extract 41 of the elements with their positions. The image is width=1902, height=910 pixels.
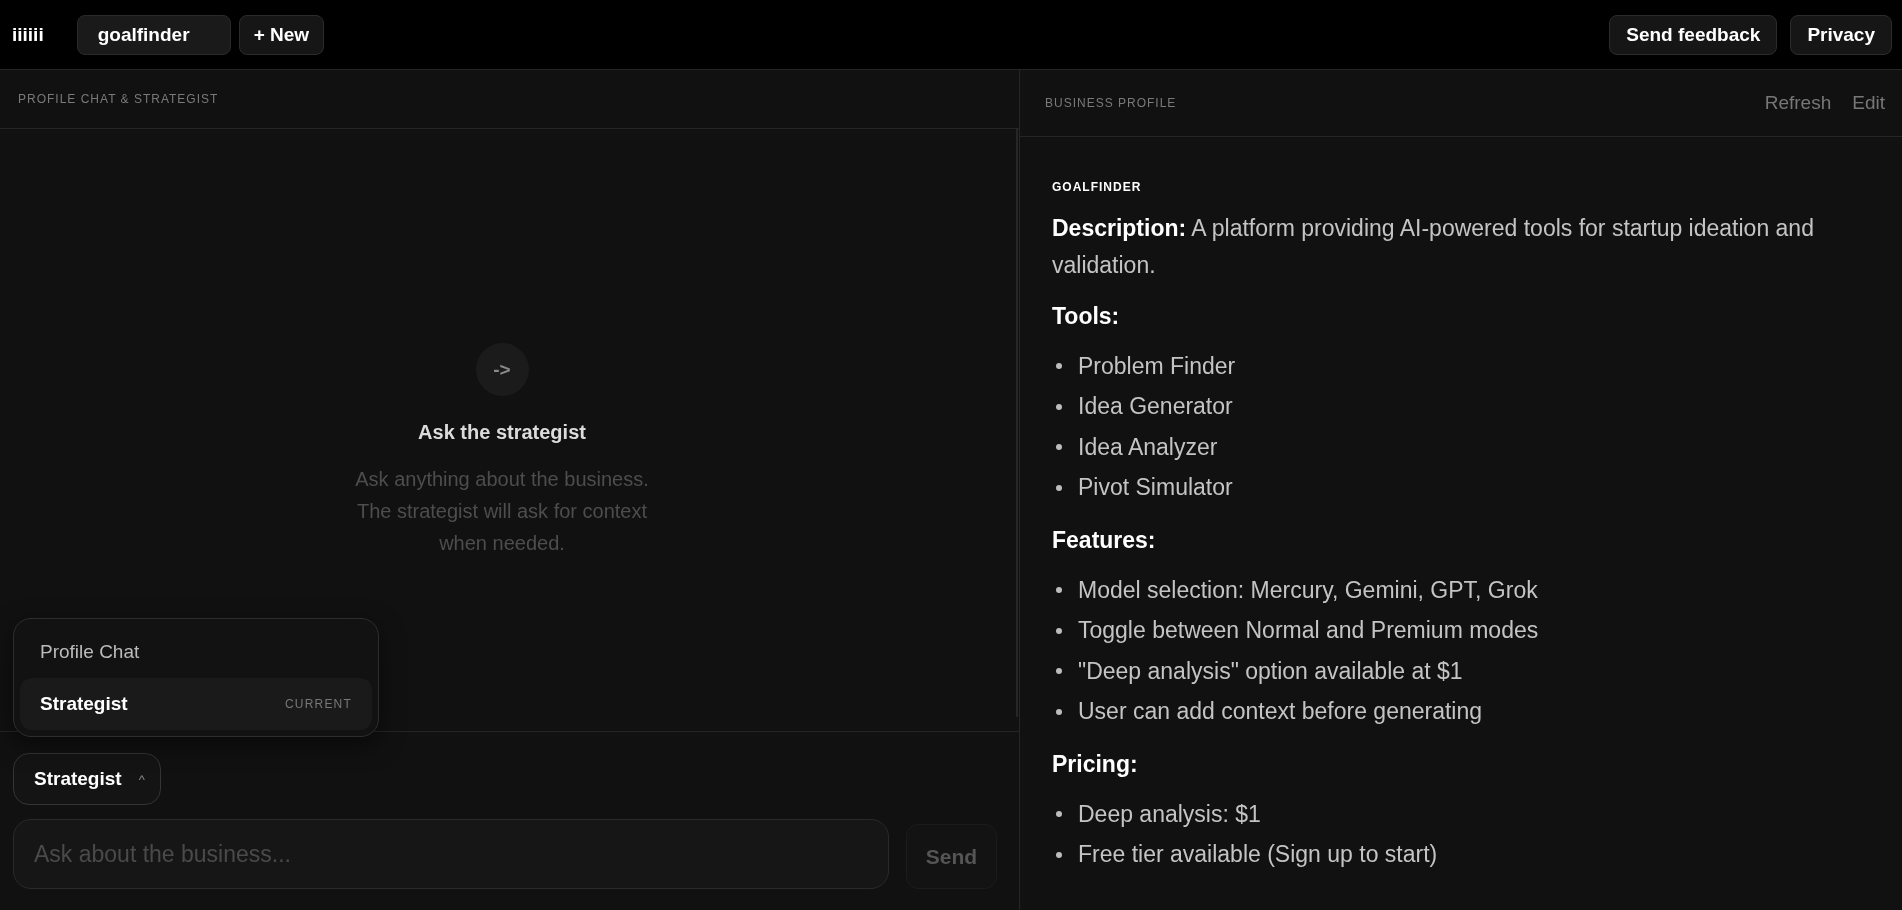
list-item-text: Toggle between Normal and Premium modes xyxy=(1078,617,1539,645)
section-heading: Pricing: xyxy=(1052,750,1139,779)
header-link[interactable]: Refresh xyxy=(1764,92,1832,114)
empty-state-text: Ask anything about the business. The strategist will ask for context when needed. xyxy=(354,467,650,556)
header-button[interactable]: Privacy xyxy=(1790,14,1892,55)
section-heading: Tools: xyxy=(1052,302,1121,331)
list-item-text: "Deep analysis" option available at $1 xyxy=(1078,657,1463,685)
bullet-icon xyxy=(1056,587,1062,594)
list-item-text: Pivot Simulator xyxy=(1078,474,1233,502)
list-item-text: Model selection: Mercury, Gemini, GPT, Grok xyxy=(1078,576,1538,604)
project-name-field[interactable]: goalfinder xyxy=(76,14,231,55)
list-item-text: Free tier available (Sign up to start) xyxy=(1078,841,1438,869)
bullet-icon xyxy=(1056,668,1062,675)
list-item-text: Problem Finder xyxy=(1078,352,1236,380)
bullet-icon xyxy=(1056,363,1062,370)
bullet-icon xyxy=(1056,484,1062,491)
bullet-icon xyxy=(1056,851,1062,858)
mode-selector-button[interactable]: Strategist ^ xyxy=(13,753,161,805)
section-heading: Features: xyxy=(1052,526,1157,555)
description-text: Description: A platform providing AI-powered tools for startup ideation and validation. xyxy=(1052,214,1815,280)
caret-icon: ^ xyxy=(138,771,145,787)
list-item-text: Idea Generator xyxy=(1078,393,1233,421)
bullet-icon xyxy=(1056,811,1062,818)
bullet-icon xyxy=(1056,708,1062,715)
empty-state-title: Ask the strategist xyxy=(418,420,586,445)
bullet-icon xyxy=(1056,627,1062,634)
bullet-icon xyxy=(1056,444,1062,451)
logo: iiiiii xyxy=(12,23,44,46)
new-button[interactable]: + New xyxy=(238,14,325,55)
profile-title: GOALFINDER xyxy=(1052,180,1143,194)
bullet-icon xyxy=(1056,403,1062,410)
panel-title: PROFILE CHAT & STRATEGIST xyxy=(18,92,219,106)
list-item-text: User can add context before generating xyxy=(1078,698,1483,726)
list-item-text: Idea Analyzer xyxy=(1078,433,1218,461)
header-link[interactable]: Edit xyxy=(1852,92,1885,114)
list-item-text: Deep analysis: $1 xyxy=(1078,800,1261,828)
mode-menu-item[interactable]: Profile Chat xyxy=(20,626,372,678)
header-button[interactable]: Send feedback xyxy=(1609,14,1778,55)
panel-title: BUSINESS PROFILE xyxy=(1045,96,1177,110)
mode-menu-item[interactable]: Strategist CURRENT xyxy=(20,678,372,730)
current-label: CURRENT xyxy=(284,697,352,711)
